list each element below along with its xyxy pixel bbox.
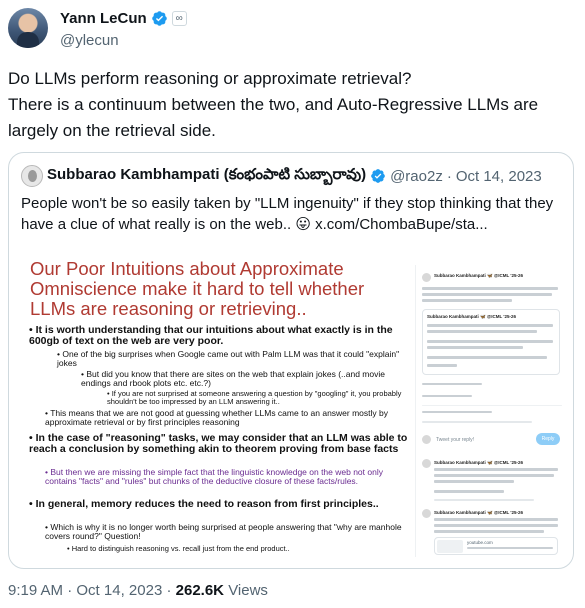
- quoted-tweet-header: Subbarao Kambhampati (కంభంపాటి సుబ్బారావ…: [21, 165, 542, 187]
- slide-bullet-1a1a: • If you are not surprised at someone an…: [107, 389, 402, 406]
- slide-image[interactable]: Our Poor Intuitions about Approximate Om…: [21, 243, 413, 555]
- verified-badge-icon: [151, 11, 167, 26]
- thread-link-card: youtube.com: [434, 537, 558, 555]
- thread-reply-button[interactable]: Reply: [536, 433, 560, 445]
- link-card-domain: youtube.com: [467, 540, 493, 545]
- thread-avatar: [422, 459, 431, 468]
- author-name-row: Yann LeCun ∞: [60, 10, 187, 27]
- thread-avatar: [422, 435, 431, 444]
- slide-bullet-1a1: • But did you know that there are sites …: [81, 369, 385, 388]
- thread-text-line: [427, 346, 523, 349]
- slide-bullet-2: • In the case of "reasoning" tasks, we m…: [29, 432, 408, 455]
- thread-actions: [422, 421, 532, 423]
- thread-author-2: Subbarao Kambhampati 🦋 @ICML '25-26: [427, 314, 516, 319]
- thread-author-4: Subbarao Kambhampati 🦋 @ICML '25-26: [434, 510, 523, 515]
- thread-text-line: [422, 299, 512, 302]
- quoted-author-handle: @rao2z: [390, 167, 443, 185]
- thread-text-line: [434, 530, 544, 533]
- slide-bullet-3a1: • Hard to distinguish reasoning vs. reca…: [67, 544, 290, 553]
- thread-text-line: [434, 490, 504, 493]
- views-label: Views: [228, 582, 268, 599]
- meta-separator: ·: [166, 582, 172, 599]
- thread-text-line: [434, 524, 558, 527]
- slide-title: Our Poor Intuitions about Approximate Om…: [30, 258, 365, 319]
- quoted-tweet[interactable]: Subbarao Kambhampati (కంభంపాటి సుబ్బారావ…: [8, 152, 574, 569]
- thread-divider: [422, 405, 562, 406]
- quoted-separator: ·: [446, 167, 452, 185]
- thread-reply-placeholder[interactable]: Tweet your reply!: [436, 437, 474, 443]
- thread-stats: [422, 411, 492, 413]
- author-avatar[interactable]: [8, 8, 48, 48]
- thread-text-line: [427, 340, 553, 343]
- quoted-text-link[interactable]: x.com/ChombaBupe/sta...: [315, 216, 488, 233]
- thread-text-line: [427, 364, 457, 367]
- views-count: 262.6K: [175, 582, 225, 599]
- slide-bullet-2a: • But then we are missing the simple fac…: [45, 467, 383, 486]
- thread-text-line: [434, 474, 554, 477]
- author-display-name[interactable]: Yann LeCun: [60, 10, 147, 27]
- thread-text-line: [427, 330, 537, 333]
- thread-text-line: [422, 287, 558, 290]
- thread-author-1: Subbarao Kambhampati 🦋 @ICML '25-26: [434, 273, 523, 278]
- slide-bullet-3: • In general, memory reduces the need to…: [29, 498, 379, 510]
- thread-actions: [434, 499, 534, 501]
- link-card-thumbnail: [437, 540, 463, 553]
- thread-screenshot[interactable]: Subbarao Kambhampati 🦋 @ICML '25-26 Subb…: [415, 265, 565, 557]
- quoted-date: Oct 14, 2023: [455, 167, 542, 185]
- thread-text-line: [422, 293, 552, 296]
- thread-text-line: [427, 356, 547, 359]
- thread-analytics: [422, 395, 472, 397]
- slide-bullet-1a: • One of the big surprises when Google c…: [57, 349, 400, 368]
- thread-text-line: [434, 518, 558, 521]
- quoted-tweet-text: People won't be so easily taken by "LLM …: [21, 193, 566, 235]
- meta-separator: ·: [67, 582, 73, 599]
- thread-text-line: [427, 324, 553, 327]
- thread-quote-box: Subbarao Kambhampati 🦋 @ICML '25-26: [422, 309, 560, 375]
- tweet-meta: 9:19 AM · Oct 14, 2023 · 262.6K Views: [8, 582, 268, 599]
- tweet-date[interactable]: Oct 14, 2023: [76, 582, 162, 599]
- thread-text-line: [434, 480, 514, 483]
- thread-avatar: [422, 273, 431, 282]
- quoted-author-name: Subbarao Kambhampati (కంభంపాటి సుబ్బారావ…: [47, 165, 367, 183]
- thread-timestamp: [422, 383, 482, 385]
- author-handle[interactable]: @ylecun: [60, 32, 119, 49]
- infinity-affiliation-icon[interactable]: ∞: [171, 11, 187, 26]
- tweet-time[interactable]: 9:19 AM: [8, 582, 63, 599]
- link-card-title: [467, 547, 553, 549]
- tweet-text: Do LLMs perform reasoning or approximate…: [8, 69, 539, 140]
- slide-bullet-3a: • Which is why it is no longer worth bei…: [45, 522, 402, 541]
- thread-text-line: [434, 468, 558, 471]
- tweet-header: Yann LeCun ∞ @ylecun: [8, 8, 577, 56]
- slide-bullet-1: • It is worth understanding that our int…: [29, 324, 393, 347]
- verified-badge-icon: [371, 169, 385, 183]
- thread-avatar: [422, 509, 431, 518]
- quoted-author-avatar: [21, 165, 43, 187]
- slide-bullet-1b: • This means that we are not good at gue…: [45, 408, 389, 427]
- thread-author-3: Subbarao Kambhampati 🦋 @ICML '25-26: [434, 460, 523, 465]
